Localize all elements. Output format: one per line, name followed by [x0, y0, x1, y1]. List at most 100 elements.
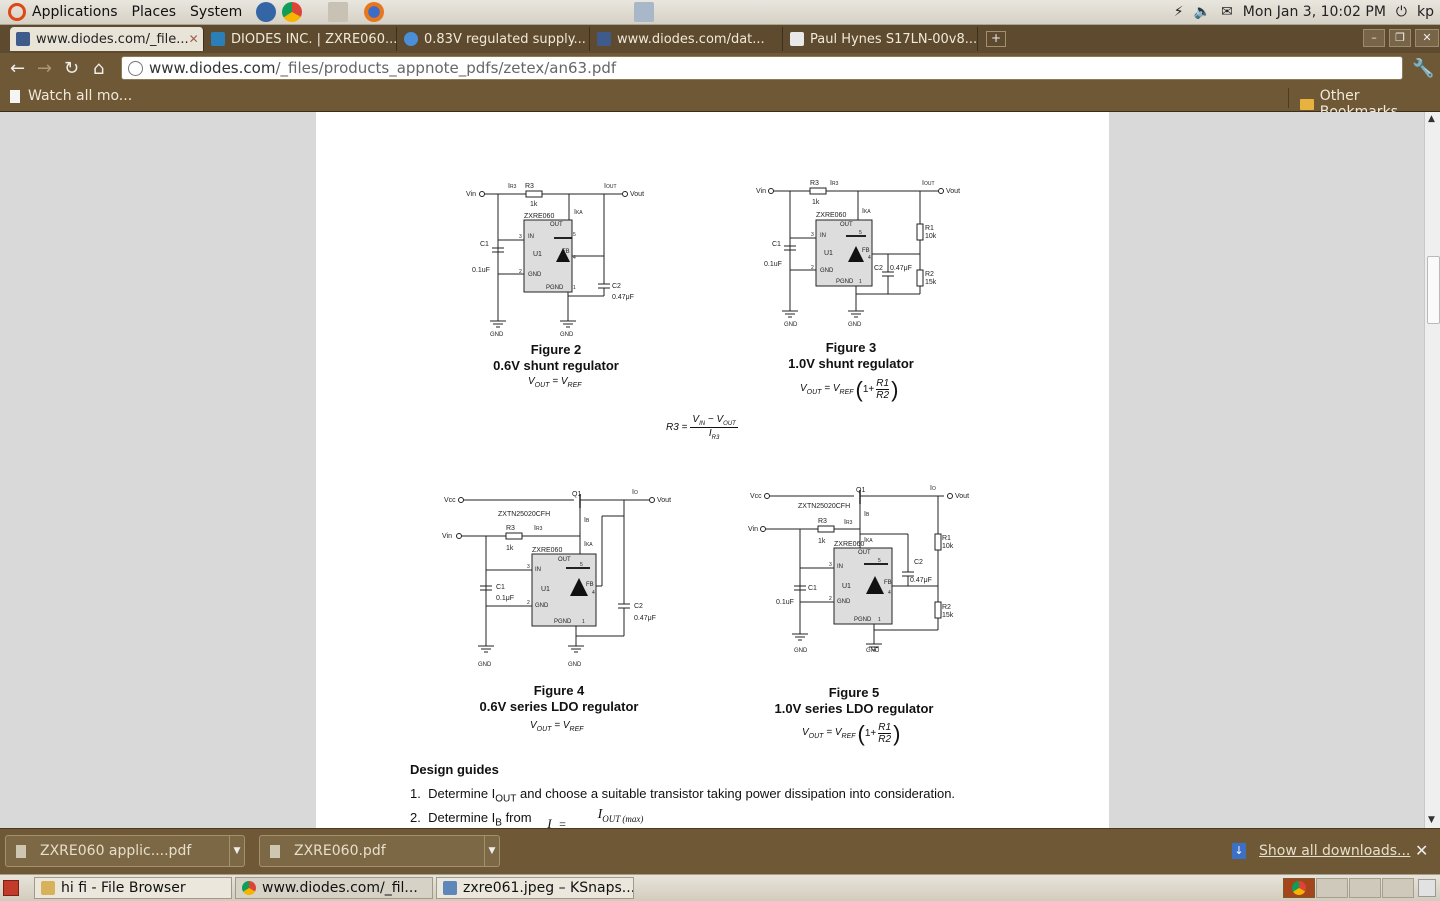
chrome-icon [242, 881, 256, 895]
dropdown-arrow-icon[interactable]: ▼ [229, 836, 244, 866]
svg-text:4: 4 [592, 590, 595, 596]
svg-text:IR3: IR3 [830, 180, 839, 187]
svg-text:OUT: OUT [858, 550, 871, 556]
svg-text:10k: 10k [925, 233, 937, 240]
volume-icon[interactable]: 🔈 [1194, 4, 1211, 20]
svg-text:15k: 15k [942, 612, 954, 619]
svg-text:C1: C1 [480, 241, 489, 248]
download-item-zxre060[interactable]: ZXRE060.pdf ▼ [259, 835, 500, 867]
scrollbar-thumb[interactable] [1427, 256, 1440, 324]
svg-text:GND: GND [568, 662, 582, 668]
image-viewer-icon [443, 881, 457, 895]
bookmark-watch-all[interactable]: Watch all mo... [10, 88, 132, 104]
tab-regulated-supply[interactable]: 0.83V regulated supply... [398, 27, 590, 51]
svg-text:1: 1 [859, 279, 862, 285]
close-icon[interactable]: ✕ [189, 32, 199, 46]
svg-text:C1: C1 [772, 241, 781, 248]
menu-system[interactable]: System [190, 4, 242, 20]
svg-text:Vout: Vout [657, 497, 671, 504]
mail-icon[interactable]: ✉ [1221, 4, 1233, 20]
svg-text:U1: U1 [541, 586, 550, 593]
menu-applications[interactable]: Applications [32, 4, 118, 20]
svg-text:C1: C1 [496, 584, 505, 591]
pdf-viewport[interactable]: Vin R3 1k Vout IOUT IR3 C1 0.1uF ZXRE060… [0, 112, 1424, 828]
svg-text:R3: R3 [525, 183, 534, 190]
minimize-button[interactable]: – [1363, 29, 1385, 47]
address-bar[interactable]: www.diodes.com/_files/products_appnote_p… [121, 56, 1403, 80]
task-chrome[interactable]: www.diodes.com/_fil... [235, 877, 433, 899]
workspace-3[interactable] [1349, 878, 1381, 898]
svg-text:OUT: OUT [840, 222, 853, 228]
vertical-scrollbar[interactable]: ▲ ▼ [1424, 112, 1440, 828]
forward-arrow-icon[interactable]: → [37, 59, 52, 79]
home-icon[interactable]: ⌂ [93, 59, 104, 79]
maximize-button[interactable]: ❐ [1389, 29, 1411, 47]
dropdown-arrow-icon[interactable]: ▼ [484, 836, 499, 866]
figure-3-name: Figure 3 [825, 340, 877, 355]
tab-diodes-zxre060[interactable]: DIODES INC. | ZXRE060... [205, 27, 397, 51]
figure-3-formula: VOUT = VREF (1+ R1 R2 ) [800, 376, 899, 402]
bottom-taskbar: hi fi - File Browser www.diodes.com/_fil… [0, 874, 1440, 901]
svg-text:PGND: PGND [554, 619, 572, 625]
svg-text:1: 1 [878, 617, 881, 623]
close-shelf-icon[interactable]: ✕ [1415, 841, 1428, 860]
svg-text:3: 3 [811, 232, 814, 238]
page-favicon-icon [16, 32, 30, 46]
figure-2-formula: VOUT = VREF [528, 376, 582, 389]
svg-text:R3: R3 [506, 525, 515, 532]
notes-launcher-icon[interactable] [328, 2, 349, 22]
tab-paul-hynes[interactable]: Paul Hynes S17LN-00v8... [784, 27, 978, 51]
tab-an63-pdf[interactable]: www.diodes.com/_file... ✕ [10, 27, 204, 51]
download-shelf: ZXRE060 applic....pdf ▼ ZXRE060.pdf ▼ ↓ … [0, 828, 1440, 875]
new-tab-button[interactable]: + [986, 31, 1006, 47]
svg-text:IN: IN [535, 567, 541, 573]
task-ksnapshot[interactable]: zxre061.jpeg – KSnaps... [436, 877, 634, 899]
network-icon[interactable]: ⚡ [1174, 4, 1184, 20]
task-file-browser[interactable]: hi fi - File Browser [34, 877, 232, 899]
download-item-zxre060-applic[interactable]: ZXRE060 applic....pdf ▼ [5, 835, 245, 867]
chrome-launcher-icon[interactable] [282, 2, 303, 22]
svg-text:U1: U1 [842, 583, 851, 590]
workspace-1[interactable] [1283, 878, 1315, 898]
svg-text:GND: GND [866, 648, 880, 654]
svg-text:FB: FB [884, 580, 892, 586]
svg-text:IKA: IKA [862, 208, 871, 215]
show-all-downloads-link[interactable]: Show all downloads... [1259, 843, 1410, 859]
firefox-launcher-icon[interactable] [364, 2, 385, 22]
svg-text:R3: R3 [818, 518, 827, 525]
wrench-icon[interactable]: 🔧 [1412, 59, 1434, 79]
figure-4-name: Figure 4 [533, 683, 585, 698]
svg-text:R2: R2 [925, 271, 934, 278]
user-name[interactable]: kp [1417, 4, 1434, 20]
menu-places[interactable]: Places [132, 4, 177, 20]
svg-text:ZXRE060: ZXRE060 [524, 213, 554, 220]
scroll-down-arrow-icon[interactable]: ▼ [1428, 815, 1435, 825]
svg-text:R3: R3 [810, 180, 819, 187]
workspace-2[interactable] [1316, 878, 1348, 898]
tab-label: 0.83V regulated supply... [424, 31, 586, 47]
back-arrow-icon[interactable]: ← [10, 59, 25, 79]
svg-text:C2: C2 [634, 603, 643, 610]
svg-text:GND: GND [478, 662, 492, 668]
power-icon[interactable]: ⏻ [1396, 4, 1407, 20]
screenshot-applet-icon[interactable] [634, 2, 654, 22]
svg-text:IN: IN [528, 234, 534, 240]
svg-text:2: 2 [829, 596, 832, 602]
show-desktop-icon[interactable] [3, 880, 19, 896]
help-icon[interactable] [256, 2, 277, 22]
ubuntu-logo-icon[interactable] [8, 3, 26, 21]
page-favicon-icon [597, 32, 611, 46]
scroll-up-arrow-icon[interactable]: ▲ [1428, 114, 1435, 124]
trash-icon[interactable] [1418, 879, 1436, 897]
svg-text:3: 3 [527, 564, 530, 570]
svg-text:IN: IN [837, 564, 843, 570]
window-close-button[interactable]: ✕ [1415, 29, 1439, 47]
svg-text:2: 2 [527, 600, 530, 606]
tab-diodes-datasheet[interactable]: www.diodes.com/dat... [591, 27, 783, 51]
folder-icon [1300, 98, 1314, 110]
reload-icon[interactable]: ↻ [64, 59, 79, 79]
workspace-4[interactable] [1382, 878, 1414, 898]
svg-text:U1: U1 [533, 251, 542, 258]
svg-text:PGND: PGND [546, 285, 564, 291]
clock[interactable]: Mon Jan 3, 10:02 PM [1243, 4, 1386, 20]
